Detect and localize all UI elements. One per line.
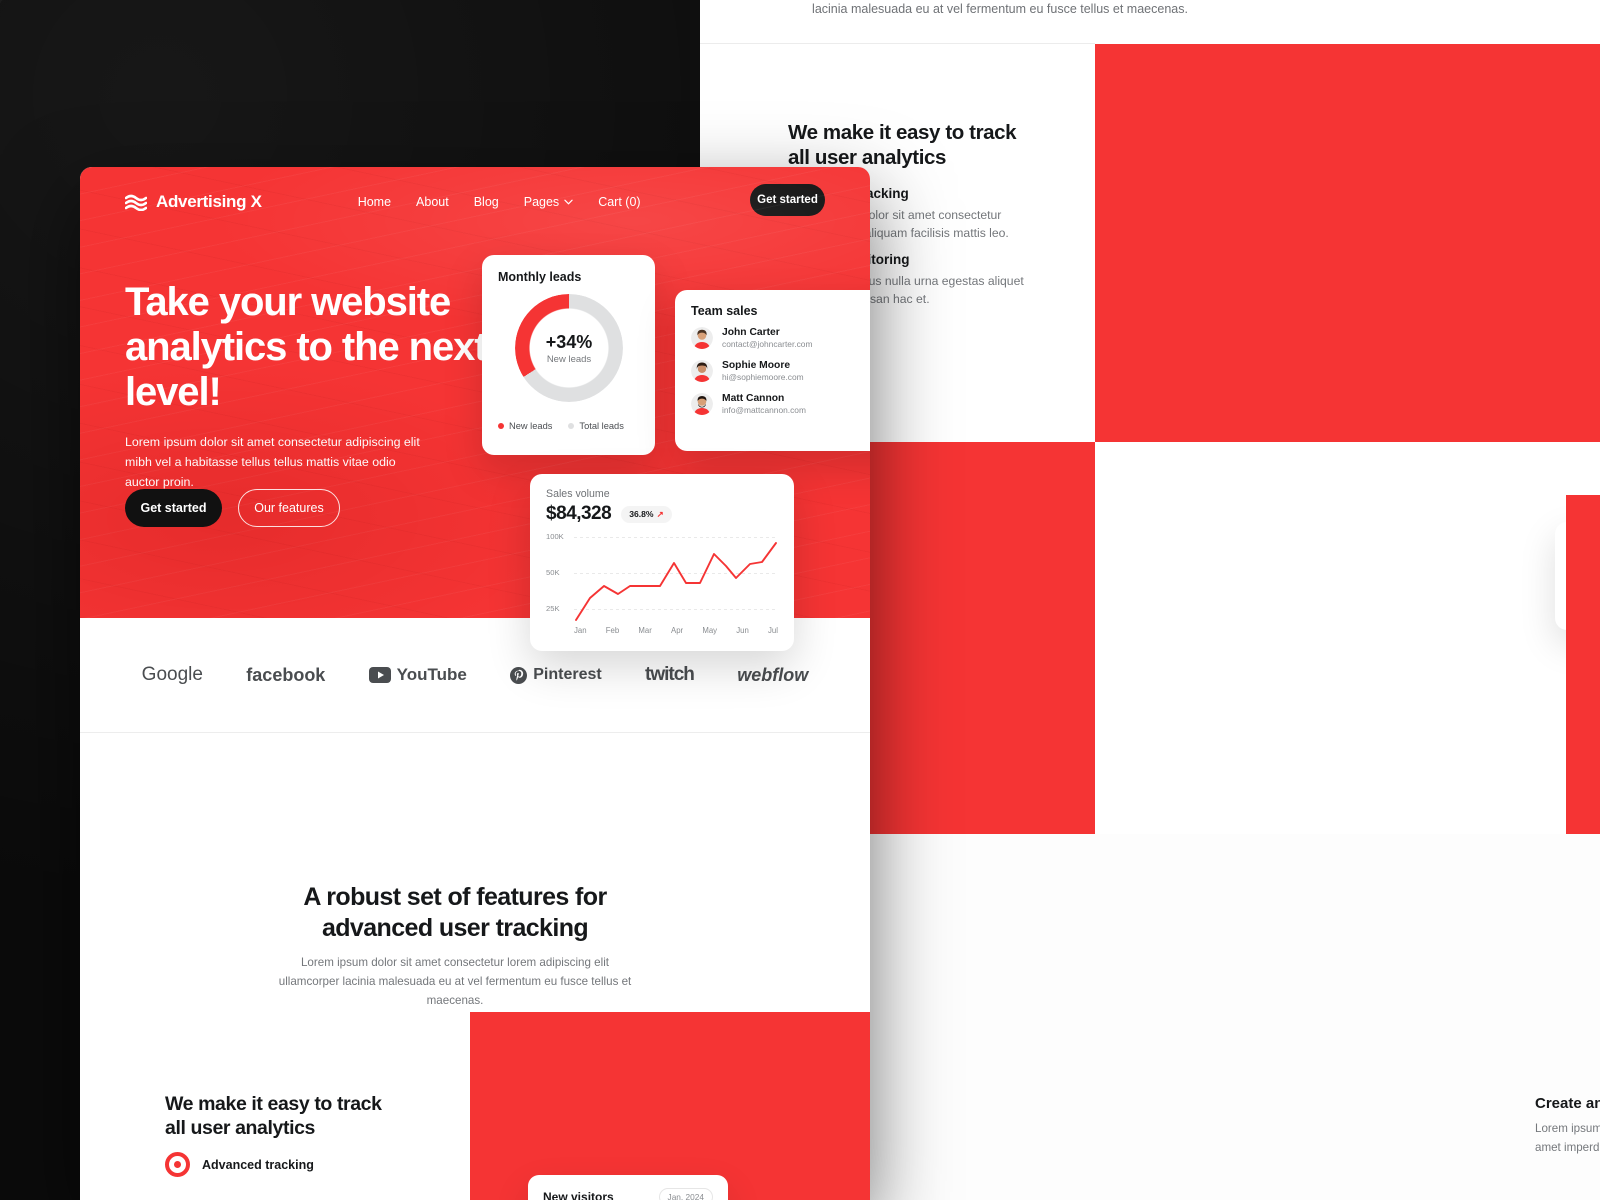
hero-description: Lorem ipsum dolor sit amet consectetur a… <box>125 435 420 489</box>
y-tick: 100K <box>546 532 564 541</box>
x-tick: May <box>702 626 718 635</box>
logo-pinterest: Pinterest <box>510 666 602 684</box>
person-name: Sophie Moore <box>722 360 791 371</box>
nav-link-blog[interactable]: Blog <box>474 195 499 209</box>
panel-left: Advertising X Home About Blog Pages Cart… <box>80 167 870 1200</box>
legend-dot <box>498 423 504 429</box>
accordion-description: Lorem ipsum tortor lacus in imperdiet nu… <box>1535 1122 1600 1154</box>
logo-webflow: webflow <box>737 664 809 685</box>
y-tick: 50K <box>546 568 560 577</box>
logo-text: Advertising X <box>156 192 262 211</box>
hero-get-started-button[interactable]: Get started <box>125 489 222 527</box>
logo-facebook: facebook <box>246 664 326 685</box>
red-photo-bg <box>868 442 1095 834</box>
legend-new-leads: New leads <box>498 421 552 431</box>
x-axis-labels: Jan Feb Mar Apr May Jun Jul <box>574 626 778 635</box>
logo-twitch: twitch <box>645 664 695 685</box>
track-heading: We make it easy to track all user analyt… <box>788 121 1017 169</box>
card-title: Sales volume <box>546 488 610 500</box>
x-tick: Jun <box>736 626 749 635</box>
line-path <box>575 542 777 621</box>
person-name: John Carter <box>722 327 780 338</box>
x-tick: Jan <box>574 626 587 635</box>
x-tick: Feb <box>605 626 620 635</box>
feature-title: Advanced tracking <box>202 1157 314 1172</box>
table-row: Sophie Moore hi@sophiemoore.com $180 <box>691 360 870 382</box>
sales-amount-row: $84,328 36.8% ↗ <box>546 503 778 525</box>
legend-total-leads: Total leads <box>568 421 624 431</box>
y-tick: 25K <box>546 604 560 613</box>
date-badge[interactable]: Jan, 2024 <box>658 1188 713 1200</box>
card-title: New visitors <box>543 1190 614 1200</box>
top-text-fragment: lacinia malesuada eu at vel fermentum eu… <box>812 2 1188 16</box>
card-title: Monthly leads <box>498 270 582 284</box>
logo[interactable]: Advertising X <box>125 192 262 212</box>
x-tick: Apr <box>671 626 684 635</box>
person-info: John Carter contact@johncarter.com <box>722 327 812 349</box>
legend-dot <box>568 423 575 429</box>
features-description: Lorem ipsum dolor sit amet consectetur l… <box>278 956 632 1007</box>
bottom-feature-advanced-tracking: Advanced tracking <box>165 1152 314 1177</box>
youtube-icon <box>368 667 391 683</box>
avatar <box>691 393 713 415</box>
showcase-stage: lacinia malesuada eu at vel fermentum eu… <box>0 0 1600 1200</box>
monthly-leads-card: Monthly leads +34% New leads New leads T… <box>482 255 655 455</box>
card-title: Team sales <box>691 304 758 318</box>
wave-logo-icon <box>125 194 147 211</box>
sales-amount: $84,328 <box>546 503 612 524</box>
table-row: Matt Cannon info@mattcannon.com $320 <box>691 393 870 415</box>
x-tick: Mar <box>638 626 652 635</box>
person-info: Matt Cannon info@mattcannon.com <box>722 393 806 415</box>
avatar <box>691 360 713 382</box>
divider <box>80 732 870 733</box>
team-sales-card: Team sales John Carter contact@johncarte… <box>675 290 870 451</box>
growth-badge: 36.8% ↗ <box>621 505 672 523</box>
leads-value: +34% <box>545 331 593 352</box>
leads-legend: New leads Total leads <box>498 421 624 431</box>
person-name: Matt Cannon <box>722 393 785 404</box>
bottom-track-heading: We make it easy to track all user analyt… <box>165 1093 382 1140</box>
hero-our-features-button[interactable]: Our features <box>238 489 340 527</box>
person-email: info@mattcannon.com <box>722 405 806 415</box>
target-icon <box>165 1152 190 1177</box>
nav-links: Home About Blog Pages Cart (0) <box>358 195 641 209</box>
sales-volume-card: Sales volume $84,328 36.8% ↗ 100K 50K 25K <box>530 474 794 651</box>
pinterest-icon <box>510 666 528 684</box>
person-info: Sophie Moore hi@sophiemoore.com <box>722 360 804 382</box>
x-tick: Jul <box>768 626 778 635</box>
logo-youtube: YouTube <box>368 665 467 685</box>
nav-link-home[interactable]: Home <box>358 195 391 209</box>
person-email: hi@sophiemoore.com <box>722 372 804 382</box>
accordion-item-create-account[interactable]: Create an account Lorem ipsum tortor lac… <box>1535 1095 1600 1157</box>
hero-buttons: Get started Our features <box>125 489 340 527</box>
donut-label: +34% New leads <box>515 294 623 402</box>
red-block-top <box>1095 44 1600 442</box>
chevron-down-icon <box>564 199 573 205</box>
man-photo-phone <box>1566 495 1600 834</box>
divider <box>700 43 1095 44</box>
logo-google: Google <box>141 664 203 685</box>
avatar <box>691 327 713 349</box>
bottom-new-visitors-card: New visitors Jan, 2024 22,642 <box>528 1175 728 1200</box>
table-row: John Carter contact@johncarter.com $240 <box>691 327 870 349</box>
nav-link-about[interactable]: About <box>416 195 449 209</box>
bottom-right-red <box>470 1012 870 1200</box>
features-heading: A robust set of features for advanced us… <box>303 883 607 943</box>
leads-sublabel: New leads <box>546 353 592 365</box>
person-email: contact@johncarter.com <box>722 339 813 349</box>
accordion-title: Create an account <box>1535 1095 1600 1112</box>
sales-line-chart: 100K 50K 25K <box>546 532 778 624</box>
nav-link-cart[interactable]: Cart (0) <box>598 195 640 209</box>
navbar: Advertising X Home About Blog Pages Cart… <box>80 167 870 237</box>
hero-heading: Take your website analytics to the next … <box>125 280 488 414</box>
nav-link-pages[interactable]: Pages <box>524 195 573 209</box>
